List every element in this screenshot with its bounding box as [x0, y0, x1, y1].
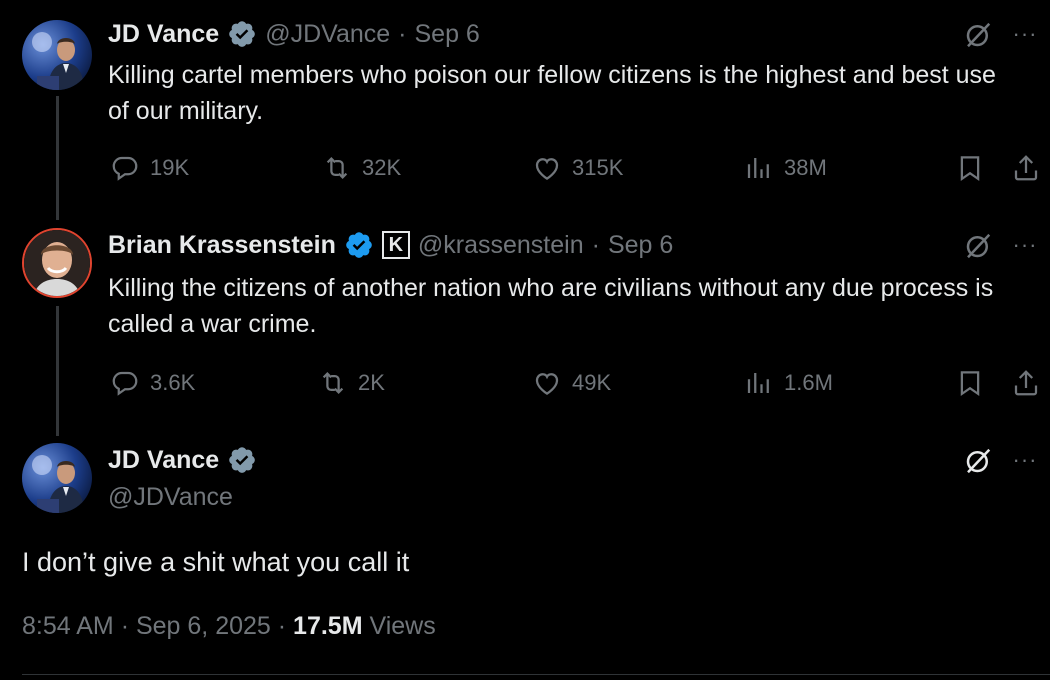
thread-connector-2 [56, 306, 59, 436]
affiliate-badge-icon[interactable]: K [381, 231, 410, 259]
retweet-count: 32K [362, 155, 402, 180]
tweet-time[interactable]: 8:54 AM [22, 612, 114, 640]
views-button[interactable]: 38M [744, 151, 827, 185]
avatar-jdvance[interactable] [22, 443, 92, 513]
avatar-krassenstein[interactable] [22, 228, 92, 298]
tweet-text: I don’t give a shit what you call it [22, 547, 410, 577]
meta-separator: · [120, 612, 130, 640]
tweet-text: Killing cartel members who poison our fe… [108, 61, 996, 125]
grok-icon[interactable] [962, 19, 994, 51]
divider [22, 674, 1050, 675]
more-icon[interactable]: ··· [1010, 230, 1040, 260]
retweet-icon [318, 368, 348, 398]
reply-count: 3.6K [150, 370, 196, 395]
like-button[interactable]: 49K [532, 366, 611, 400]
tweet-text: Killing the citizens of another nation w… [108, 274, 994, 338]
grok-icon[interactable] [962, 445, 994, 477]
share-icon[interactable] [1010, 367, 1042, 399]
views-icon [744, 153, 774, 183]
views-total: 17.5M [293, 612, 363, 640]
author-handle[interactable]: @krassenstein [418, 231, 584, 260]
meta-separator: · [398, 19, 407, 48]
meta-separator: · [277, 612, 287, 640]
tweet-header: JD Vance @JDVance · Sep 6 [108, 17, 480, 51]
tweet-header: Brian Krassenstein K @krassenstein · Sep… [108, 228, 673, 262]
like-button[interactable]: 315K [532, 151, 623, 185]
reply-icon [110, 368, 140, 398]
reply-button[interactable]: 3.6K [110, 366, 195, 400]
views-count: 1.6M [784, 370, 833, 395]
reply-icon [110, 153, 140, 183]
thread-connector-1 [56, 96, 59, 220]
heart-icon [532, 153, 562, 183]
tweet-timestamp-row: 8:54 AM · Sep 6, 2025 · 17.5M Views [22, 612, 436, 641]
retweet-button[interactable]: 32K [322, 151, 401, 185]
more-icon[interactable]: ··· [1010, 445, 1040, 475]
heart-icon [532, 368, 562, 398]
grok-icon[interactable] [962, 230, 994, 262]
author-name[interactable]: Brian Krassenstein [108, 231, 336, 260]
more-icon[interactable]: ··· [1010, 19, 1040, 49]
views-button[interactable]: 1.6M [744, 366, 833, 400]
verified-gray-icon [227, 19, 257, 49]
tweet-date[interactable]: Sep 6 [414, 20, 479, 49]
avatar-jdvance[interactable] [22, 20, 92, 90]
tweet-full-date[interactable]: Sep 6, 2025 [136, 612, 271, 640]
reply-button[interactable]: 19K [110, 151, 189, 185]
retweet-button[interactable]: 2K [318, 366, 385, 400]
retweet-icon [322, 153, 352, 183]
author-handle[interactable]: @JDVance [108, 480, 233, 514]
author-handle[interactable]: @JDVance [265, 20, 390, 49]
share-icon[interactable] [1010, 152, 1042, 184]
like-count: 315K [572, 155, 624, 180]
tweet-header: JD Vance [108, 443, 257, 477]
bookmark-icon[interactable] [954, 152, 986, 184]
views-icon [744, 368, 774, 398]
author-name[interactable]: JD Vance [108, 20, 219, 49]
verified-blue-icon [344, 230, 374, 260]
bookmark-icon[interactable] [954, 367, 986, 399]
meta-separator: · [591, 230, 600, 259]
verified-gray-icon [227, 445, 257, 475]
views-label: Views [369, 612, 436, 640]
retweet-count: 2K [358, 370, 385, 395]
reply-count: 19K [150, 155, 190, 180]
views-count: 38M [784, 155, 827, 180]
author-name[interactable]: JD Vance [108, 446, 219, 475]
tweet-date[interactable]: Sep 6 [608, 231, 673, 260]
like-count: 49K [572, 370, 612, 395]
